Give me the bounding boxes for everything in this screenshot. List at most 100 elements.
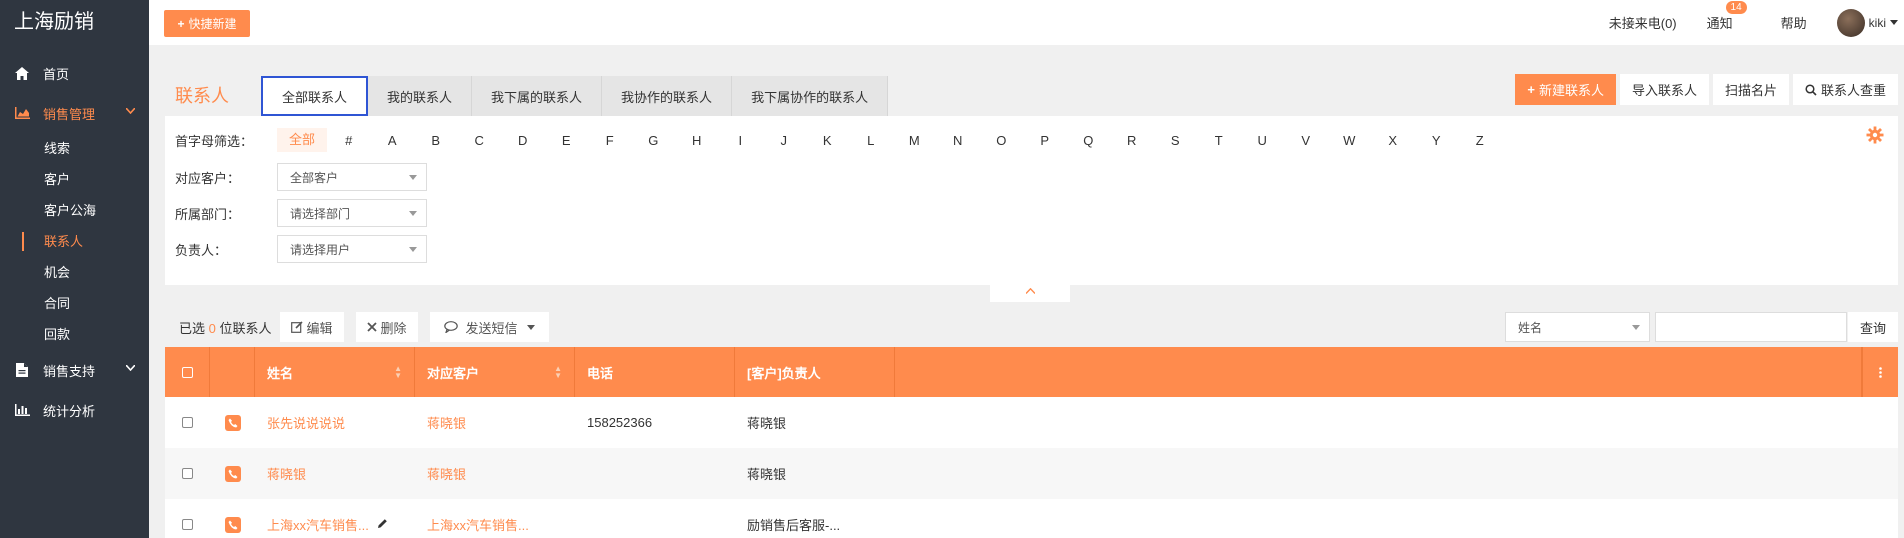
letter-t[interactable]: T: [1197, 133, 1241, 148]
header-label: 对应客户: [427, 365, 480, 381]
letter-f[interactable]: F: [588, 133, 632, 148]
header-label: 姓名: [267, 365, 294, 381]
letter-o[interactable]: O: [980, 133, 1024, 148]
letter-m[interactable]: M: [893, 133, 937, 148]
letter-g[interactable]: G: [632, 133, 676, 148]
owner-select-placeholder: 请选择用户: [290, 242, 351, 257]
tab-subordinate-contacts[interactable]: 我下属的联系人: [472, 76, 603, 116]
sidebar-item-sales-support[interactable]: 销售支持: [0, 350, 149, 390]
phone-icon[interactable]: [224, 516, 241, 533]
search-input[interactable]: [1654, 312, 1847, 342]
tab-subordinate-collaborated-contacts[interactable]: 我下属协作的联系人: [732, 76, 889, 116]
help-link[interactable]: 帮助: [1781, 13, 1807, 32]
sidebar-item-payments[interactable]: 回款: [0, 319, 149, 350]
chevron-down-icon: [125, 106, 136, 117]
letter-c[interactable]: C: [458, 133, 502, 148]
letter-a[interactable]: A: [371, 133, 415, 148]
sidebar-item-home[interactable]: 首页: [0, 53, 149, 93]
header-customer[interactable]: 对应客户 ▲ ▼: [415, 347, 575, 397]
edit-button[interactable]: 编辑: [279, 312, 344, 342]
owner-select[interactable]: 请选择用户: [277, 235, 427, 263]
table-row: 蒋晓银 蒋晓银 蒋晓银: [165, 448, 1898, 499]
tab-collaborated-contacts[interactable]: 我协作的联系人: [602, 76, 733, 116]
sidebar-item-contracts[interactable]: 合同: [0, 288, 149, 319]
letter-x[interactable]: X: [1371, 133, 1415, 148]
letter-e[interactable]: E: [545, 133, 589, 148]
home-icon: [14, 65, 30, 81]
contact-name-link[interactable]: 蒋晓银: [267, 464, 306, 483]
checkbox[interactable]: [182, 468, 193, 479]
letter-q[interactable]: Q: [1067, 133, 1111, 148]
letter-d[interactable]: D: [501, 133, 545, 148]
contact-name-link[interactable]: 上海xx汽车销售...: [267, 515, 369, 534]
search-field-select[interactable]: 姓名: [1504, 312, 1650, 342]
tab-my-contacts[interactable]: 我的联系人: [368, 76, 473, 116]
checkbox[interactable]: [182, 417, 193, 428]
dept-select[interactable]: 请选择部门: [277, 199, 427, 227]
contact-tabs: 全部联系人 我的联系人 我下属的联系人 我协作的联系人 我下属协作的联系人: [261, 76, 889, 116]
letter-n[interactable]: N: [936, 133, 980, 148]
letter-k[interactable]: K: [806, 133, 850, 148]
sidebar-item-leads[interactable]: 线索: [0, 133, 149, 164]
letter-z[interactable]: Z: [1458, 133, 1502, 148]
gear-icon[interactable]: [1866, 126, 1884, 144]
cell-customer: 蒋晓银: [415, 397, 575, 448]
query-button[interactable]: 查询: [1847, 312, 1898, 342]
letter-b[interactable]: B: [414, 133, 458, 148]
checkbox[interactable]: [182, 519, 193, 530]
new-contact-label: 新建联系人: [1538, 83, 1604, 98]
letter-y[interactable]: Y: [1415, 133, 1459, 148]
scan-card-button[interactable]: 扫描名片: [1712, 74, 1789, 105]
sidebar-item-customer-pool[interactable]: 客户公海: [0, 195, 149, 226]
customer-link[interactable]: 蒋晓银: [427, 464, 466, 483]
sidebar-item-sales-management[interactable]: 销售管理: [0, 93, 149, 133]
letter-p[interactable]: P: [1023, 133, 1067, 148]
user-menu[interactable]: kiki: [1836, 8, 1898, 37]
dedupe-contacts-button[interactable]: 联系人查重: [1792, 74, 1898, 105]
sort-icon[interactable]: ▲ ▼: [394, 365, 402, 380]
letter-w[interactable]: W: [1328, 133, 1372, 148]
sidebar-item-opportunities[interactable]: 机会: [0, 257, 149, 288]
customer-select[interactable]: 全部客户: [277, 163, 427, 191]
letter-i[interactable]: I: [719, 133, 763, 148]
header-select-all[interactable]: [165, 347, 210, 397]
letter-v[interactable]: V: [1284, 133, 1328, 148]
letter-u[interactable]: U: [1241, 133, 1285, 148]
send-sms-button[interactable]: 发送短信: [429, 312, 549, 342]
contact-name-link[interactable]: 张先说说说说: [267, 413, 345, 432]
column-settings[interactable]: [1862, 347, 1898, 397]
cell-customer: 上海xx汽车销售...: [415, 499, 575, 538]
pencil-icon[interactable]: [377, 518, 388, 532]
notifications-link[interactable]: 通知 14: [1707, 1, 1747, 32]
collapse-filter-toggle[interactable]: [990, 285, 1070, 302]
sidebar-item-contacts[interactable]: 联系人: [0, 226, 149, 257]
header-name[interactable]: 姓名 ▲ ▼: [255, 347, 415, 397]
delete-button[interactable]: 删除: [355, 312, 418, 342]
import-contacts-button[interactable]: 导入联系人: [1619, 74, 1709, 105]
customer-link[interactable]: 蒋晓银: [427, 413, 466, 432]
letter-all[interactable]: 全部: [277, 128, 327, 152]
quick-new-button[interactable]: + 快捷新建: [164, 10, 250, 37]
sidebar-item-customers[interactable]: 客户: [0, 164, 149, 195]
phone-icon[interactable]: [224, 465, 241, 482]
letter-h[interactable]: H: [675, 133, 719, 148]
missed-calls-link[interactable]: 未接来电(0): [1609, 13, 1677, 32]
checkbox[interactable]: [181, 366, 193, 378]
letter-j[interactable]: J: [762, 133, 806, 148]
letter-s[interactable]: S: [1154, 133, 1198, 148]
cell-phone: 158252366: [587, 415, 653, 430]
new-contact-button[interactable]: + 新建联系人: [1515, 74, 1616, 105]
letter-l[interactable]: L: [849, 133, 893, 148]
sort-icon[interactable]: ▲ ▼: [554, 365, 562, 380]
letter-r[interactable]: R: [1110, 133, 1154, 148]
customer-link[interactable]: 上海xx汽车销售...: [427, 515, 529, 534]
cell-phone: [575, 448, 735, 499]
phone-icon[interactable]: [224, 414, 241, 431]
selected-suffix: 位联系人: [219, 320, 272, 336]
toolbar-right: 姓名 查询: [1504, 312, 1898, 342]
sidebar-item-statistics[interactable]: 统计分析: [0, 390, 149, 430]
tab-all-contacts[interactable]: 全部联系人: [261, 76, 369, 116]
toolbar-left: 已选 0 位联系人 编辑 删除 发送短信: [179, 312, 561, 342]
send-sms-label: 发送短信: [465, 320, 518, 336]
letter-hash[interactable]: #: [327, 133, 371, 148]
